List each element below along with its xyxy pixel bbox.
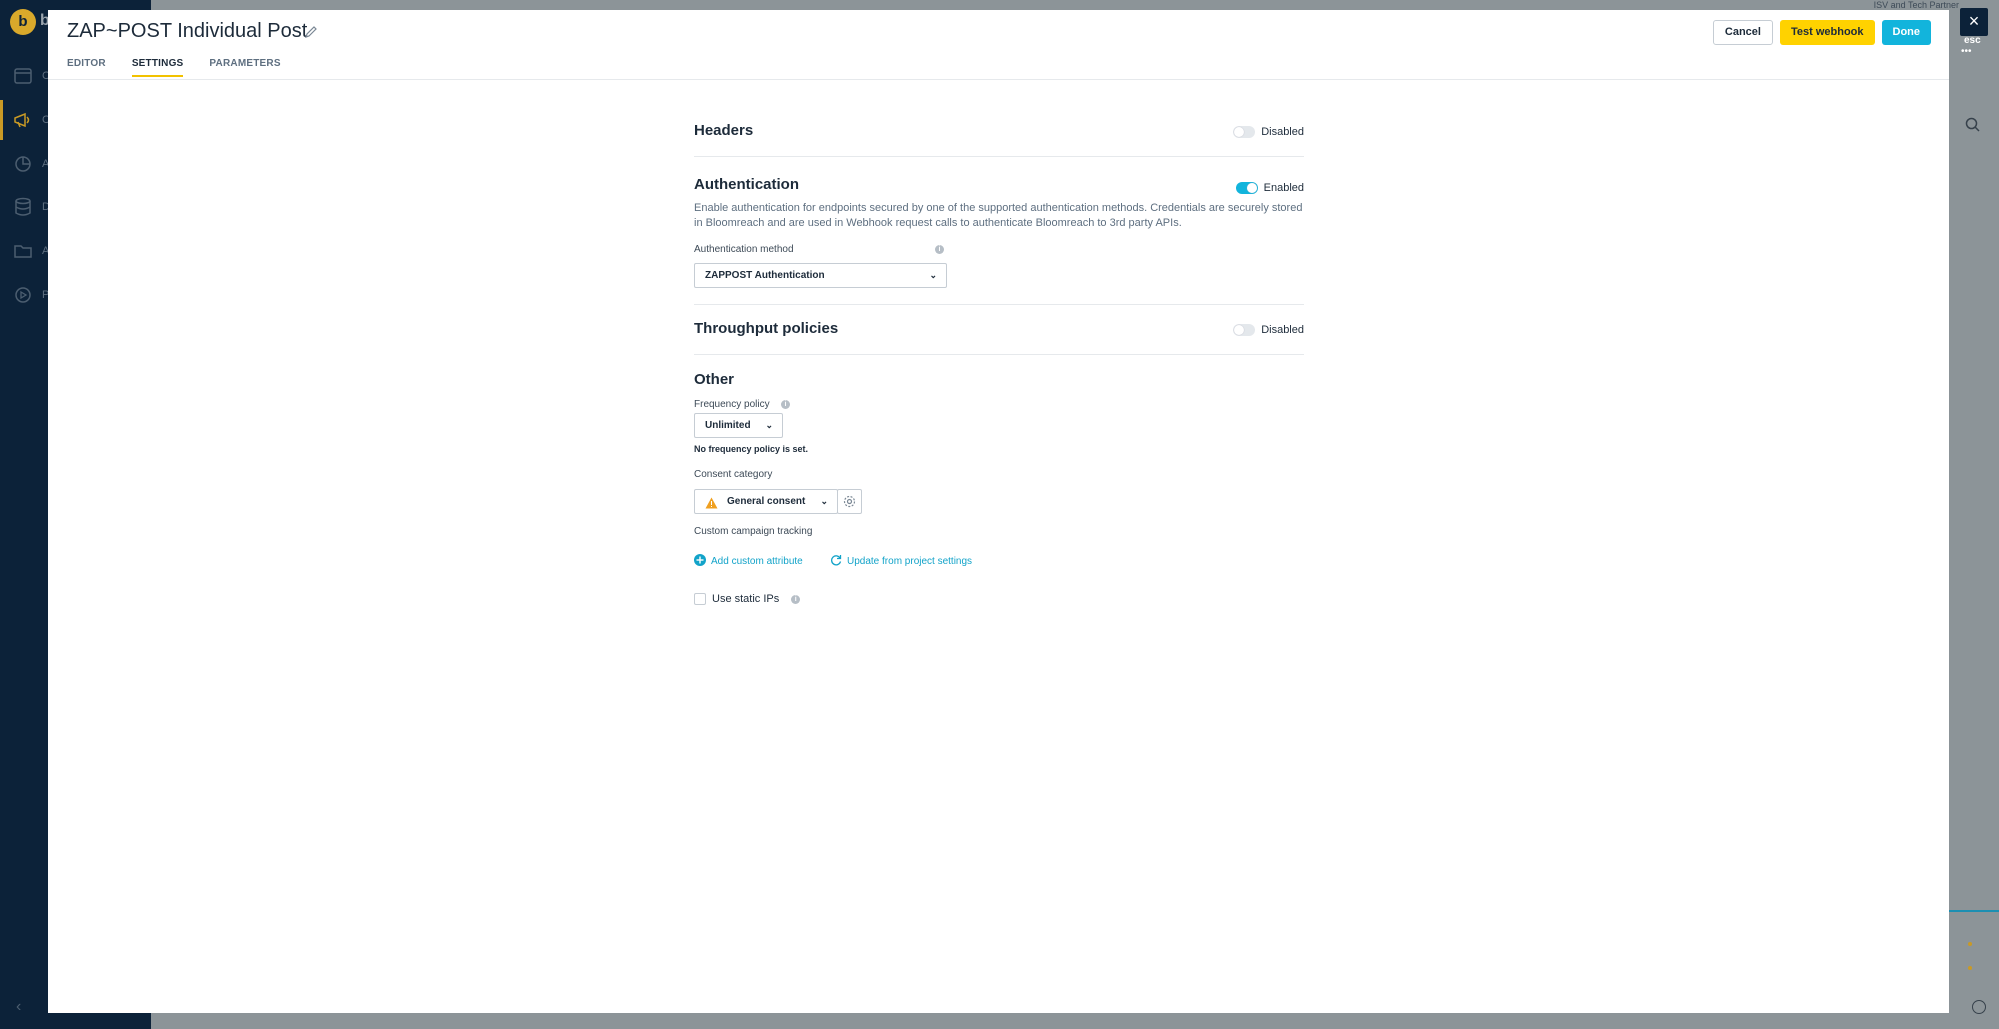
esc-dots: •••	[1961, 46, 1972, 57]
cancel-button[interactable]: Cancel	[1712, 20, 1773, 45]
app-logo[interactable]: b	[10, 9, 36, 35]
status-dot	[1968, 966, 1972, 970]
esc-label: esc	[1964, 35, 1981, 46]
page-title: ZAP~POST Individual Post	[67, 20, 308, 42]
database-icon[interactable]	[12, 196, 34, 218]
divider	[694, 354, 1304, 355]
info-icon[interactable]	[1972, 1000, 1986, 1014]
update-from-project-label: Update from project settings	[847, 556, 973, 567]
workspace-label: ISV and Tech Partner	[1873, 0, 1959, 10]
throughput-toggle[interactable]: Disabled	[1233, 324, 1304, 336]
divider	[694, 156, 1304, 157]
tab-editor[interactable]: EDITOR	[67, 58, 106, 77]
info-icon[interactable]: i	[781, 400, 790, 409]
authentication-method-select[interactable]: ZAPPOST Authentication ⌄	[694, 263, 947, 288]
pie-chart-icon[interactable]	[12, 153, 34, 175]
consent-settings-button[interactable]	[837, 489, 862, 514]
consent-category-select[interactable]: General consent ⌄	[694, 489, 838, 514]
authentication-switch[interactable]	[1235, 182, 1258, 194]
info-icon[interactable]: i	[791, 594, 801, 604]
webhook-settings-modal: ZAP~POST Individual Post EDITOR SETTINGS…	[48, 10, 1949, 1013]
static-ips-option[interactable]: Use static IPs i	[694, 593, 801, 605]
headers-toggle[interactable]: Disabled	[1233, 126, 1304, 138]
close-icon: ×	[1968, 11, 1980, 31]
update-from-project-link[interactable]: Update from project settings	[830, 554, 972, 569]
edit-title-icon[interactable]	[304, 25, 318, 39]
authentication-title: Authentication	[694, 176, 799, 193]
sidebar-active-indicator	[0, 100, 3, 140]
tab-parameters[interactable]: PARAMETERS	[209, 58, 280, 77]
tab-bar: EDITOR SETTINGS PARAMETERS	[67, 58, 281, 77]
static-ips-label: Use static IPs	[712, 593, 780, 605]
headers-status: Disabled	[1261, 126, 1304, 138]
throughput-switch[interactable]	[1233, 324, 1256, 336]
done-button[interactable]: Done	[1881, 20, 1931, 45]
test-webhook-button[interactable]: Test webhook	[1779, 20, 1875, 45]
authentication-status: Enabled	[1263, 182, 1304, 194]
frequency-policy-select[interactable]: Unlimited ⌄	[694, 413, 783, 438]
headers-switch[interactable]	[1233, 126, 1256, 138]
frequency-policy-label: Frequency policy	[694, 399, 770, 410]
search-icon[interactable]	[1965, 117, 1981, 138]
tab-settings[interactable]: SETTINGS	[131, 58, 184, 77]
static-ips-checkbox[interactable]	[694, 593, 706, 605]
modal-header: ZAP~POST Individual Post EDITOR SETTINGS…	[48, 10, 1949, 80]
status-dot	[1968, 942, 1972, 946]
consent-category-label: Consent category	[694, 469, 773, 480]
calendar-icon[interactable]	[12, 65, 34, 87]
warning-icon	[705, 495, 718, 518]
divider	[694, 304, 1304, 305]
info-icon[interactable]: i	[935, 245, 944, 254]
folder-icon[interactable]	[12, 240, 34, 262]
headers-title: Headers	[694, 122, 754, 139]
frequency-policy-value: Unlimited	[705, 420, 751, 431]
authentication-method-label: Authentication method	[694, 244, 794, 255]
other-title: Other	[694, 371, 735, 388]
throughput-status: Disabled	[1261, 324, 1304, 336]
authentication-description: Enable authentication for endpoints secu…	[694, 202, 1303, 229]
collapse-sidebar-icon[interactable]: ‹	[16, 998, 21, 1016]
megaphone-icon[interactable]	[12, 109, 34, 131]
authentication-method-value: ZAPPOST Authentication	[705, 270, 825, 281]
add-custom-attribute-link[interactable]: Add custom attribute	[694, 554, 803, 569]
close-modal-button[interactable]: ×	[1960, 8, 1988, 36]
header-actions: Cancel Test webhook Done	[1712, 20, 1931, 45]
plus-circle-icon	[694, 554, 706, 569]
custom-campaign-tracking-label: Custom campaign tracking	[694, 526, 813, 537]
gear-icon	[843, 495, 856, 511]
throughput-title: Throughput policies	[694, 320, 839, 337]
add-custom-attribute-label: Add custom attribute	[711, 556, 803, 567]
frequency-note: No frequency policy is set.	[694, 444, 809, 454]
play-icon[interactable]	[12, 284, 34, 306]
consent-category-value: General consent	[727, 496, 806, 507]
refresh-icon	[830, 554, 842, 569]
authentication-toggle[interactable]: Enabled	[1235, 182, 1304, 194]
chevron-down-icon: ⌄	[929, 270, 937, 280]
chevron-down-icon: ⌄	[765, 420, 773, 430]
chevron-down-icon: ⌄	[820, 496, 828, 506]
